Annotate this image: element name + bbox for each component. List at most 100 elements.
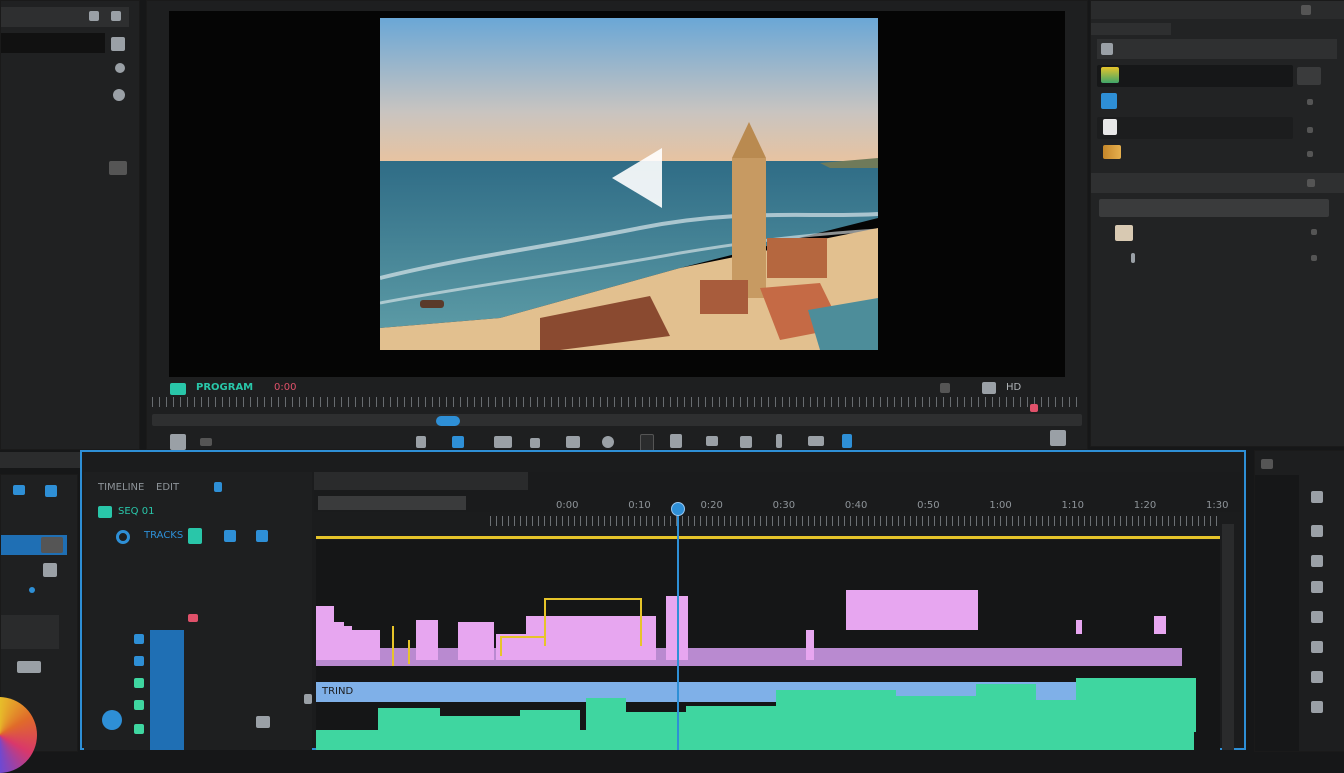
right-panel-section[interactable] (1097, 39, 1337, 59)
program-scrub-marker[interactable] (1030, 404, 1038, 412)
timeline-subtab[interactable] (318, 496, 466, 510)
text-tool-icon[interactable] (1311, 671, 1323, 683)
audio-clip[interactable] (976, 684, 1036, 732)
step-back-icon[interactable] (530, 438, 540, 448)
bl-field[interactable] (1, 615, 59, 649)
export-frame-icon[interactable] (808, 436, 824, 446)
keyframe-marker[interactable] (544, 598, 640, 600)
video-clip[interactable] (334, 622, 344, 660)
audio-clip[interactable] (520, 710, 580, 732)
add-marker-icon[interactable] (224, 530, 236, 542)
timeline-scrollbar[interactable] (1222, 524, 1234, 750)
zoom-tool-icon[interactable] (1311, 701, 1323, 713)
right-panel-item-1-button[interactable] (1297, 67, 1321, 85)
track-v3-sync-icon[interactable] (134, 634, 144, 644)
refresh-icon[interactable] (115, 63, 125, 73)
track-record-icon[interactable] (102, 710, 122, 730)
go-to-in-icon[interactable] (494, 436, 512, 448)
keyframe-marker[interactable] (640, 598, 642, 646)
right-panel-tab[interactable] (1091, 23, 1171, 35)
program-scrub-bar[interactable] (152, 397, 1082, 407)
loop-icon[interactable] (200, 438, 212, 446)
row-4-menu-icon[interactable] (1307, 151, 1313, 157)
left-panel-selected-row[interactable] (1, 33, 105, 53)
track-lock-icon[interactable] (256, 716, 270, 728)
bl-dot-icon[interactable] (29, 587, 35, 593)
track-v2-sync-icon[interactable] (134, 656, 144, 666)
video-clip[interactable] (416, 620, 438, 660)
track-a1-sync-icon[interactable] (134, 700, 144, 710)
extract-icon[interactable] (776, 434, 782, 448)
button-editor-icon[interactable] (1050, 430, 1066, 446)
right-panel-item-3[interactable] (1097, 117, 1293, 139)
audio-clip[interactable] (440, 716, 520, 732)
video-clip[interactable] (352, 630, 380, 660)
razor-tool-icon[interactable] (1311, 555, 1323, 567)
track-v1-sync-icon[interactable] (134, 678, 144, 688)
audio-clip[interactable] (776, 690, 896, 732)
snapshot-icon[interactable] (170, 434, 186, 450)
settings-icon[interactable] (89, 11, 99, 21)
timeline-ruler[interactable] (490, 516, 1222, 526)
program-scrub-track[interactable] (152, 414, 1082, 426)
lift-icon[interactable] (740, 436, 752, 448)
timeline-clips[interactable] (316, 560, 1220, 750)
track-nav-arrow-icon[interactable] (304, 694, 312, 704)
bl-clip-icon[interactable] (43, 563, 57, 577)
video-clip[interactable] (316, 606, 334, 660)
folder-icon[interactable] (1101, 43, 1113, 55)
ripple-tool-icon[interactable] (1311, 525, 1323, 537)
slip-tool-icon[interactable] (1311, 581, 1323, 593)
right-panel-subgroup[interactable] (1099, 199, 1329, 217)
expand-icon[interactable] (111, 37, 125, 51)
timeline-menu-icon[interactable] (214, 482, 222, 492)
subgroup-row-2-menu-icon[interactable] (1311, 255, 1317, 261)
linked-selection-icon[interactable] (188, 528, 202, 544)
audio-clip[interactable] (586, 698, 626, 732)
group-collapse-icon[interactable] (1307, 179, 1315, 187)
color-wheel[interactable] (0, 697, 37, 773)
selection-tool-icon[interactable] (1311, 491, 1323, 503)
video-clip[interactable] (806, 630, 814, 660)
timeline-settings-icon[interactable] (256, 530, 268, 542)
video-clip[interactable] (458, 622, 494, 660)
program-settings-icon[interactable] (940, 383, 950, 393)
audio-clip[interactable] (1076, 678, 1196, 732)
audio-clip[interactable] (686, 706, 776, 732)
mark-in-icon[interactable] (416, 436, 426, 448)
video-frame[interactable] (380, 18, 878, 350)
video-clip[interactable] (876, 590, 972, 608)
program-fit-icon[interactable] (982, 382, 996, 394)
subgroup-row-1-menu-icon[interactable] (1311, 229, 1317, 235)
rail-menu-icon[interactable] (1261, 459, 1273, 469)
keyframe-marker[interactable] (500, 636, 502, 656)
bl-grid-icon[interactable] (17, 661, 41, 673)
step-forward-icon[interactable] (602, 436, 614, 448)
audio-clip[interactable] (316, 732, 338, 750)
undo-icon[interactable] (113, 89, 125, 101)
bl-lock-icon[interactable] (41, 537, 63, 553)
snap-icon[interactable] (116, 530, 130, 544)
program-scrub-playhead[interactable] (436, 416, 460, 426)
video-clip[interactable] (344, 626, 352, 660)
audio-clip[interactable] (378, 708, 440, 732)
keyframe-marker[interactable] (500, 636, 546, 638)
row-3-menu-icon[interactable] (1307, 127, 1313, 133)
insert-icon[interactable] (670, 434, 682, 448)
work-area-bar[interactable] (316, 536, 1220, 539)
keyframe-marker[interactable] (408, 640, 410, 664)
keyframe-marker[interactable] (392, 626, 394, 666)
bl-tool-icon-1[interactable] (13, 485, 25, 495)
video-clip[interactable] (1076, 620, 1082, 634)
track-target-icon[interactable] (188, 614, 198, 622)
row-2-menu-icon[interactable] (1307, 99, 1313, 105)
audio-clip[interactable] (896, 696, 976, 732)
right-panel-menu-icon[interactable] (1301, 5, 1311, 15)
keyframe-marker[interactable] (544, 598, 546, 646)
timeline-playhead-handle[interactable] (670, 502, 685, 516)
video-clip[interactable] (1154, 616, 1166, 634)
marker-icon[interactable] (842, 434, 852, 448)
overwrite-icon[interactable] (706, 436, 718, 446)
timeline-tab[interactable] (314, 472, 528, 490)
right-panel-item-1[interactable] (1097, 65, 1293, 87)
